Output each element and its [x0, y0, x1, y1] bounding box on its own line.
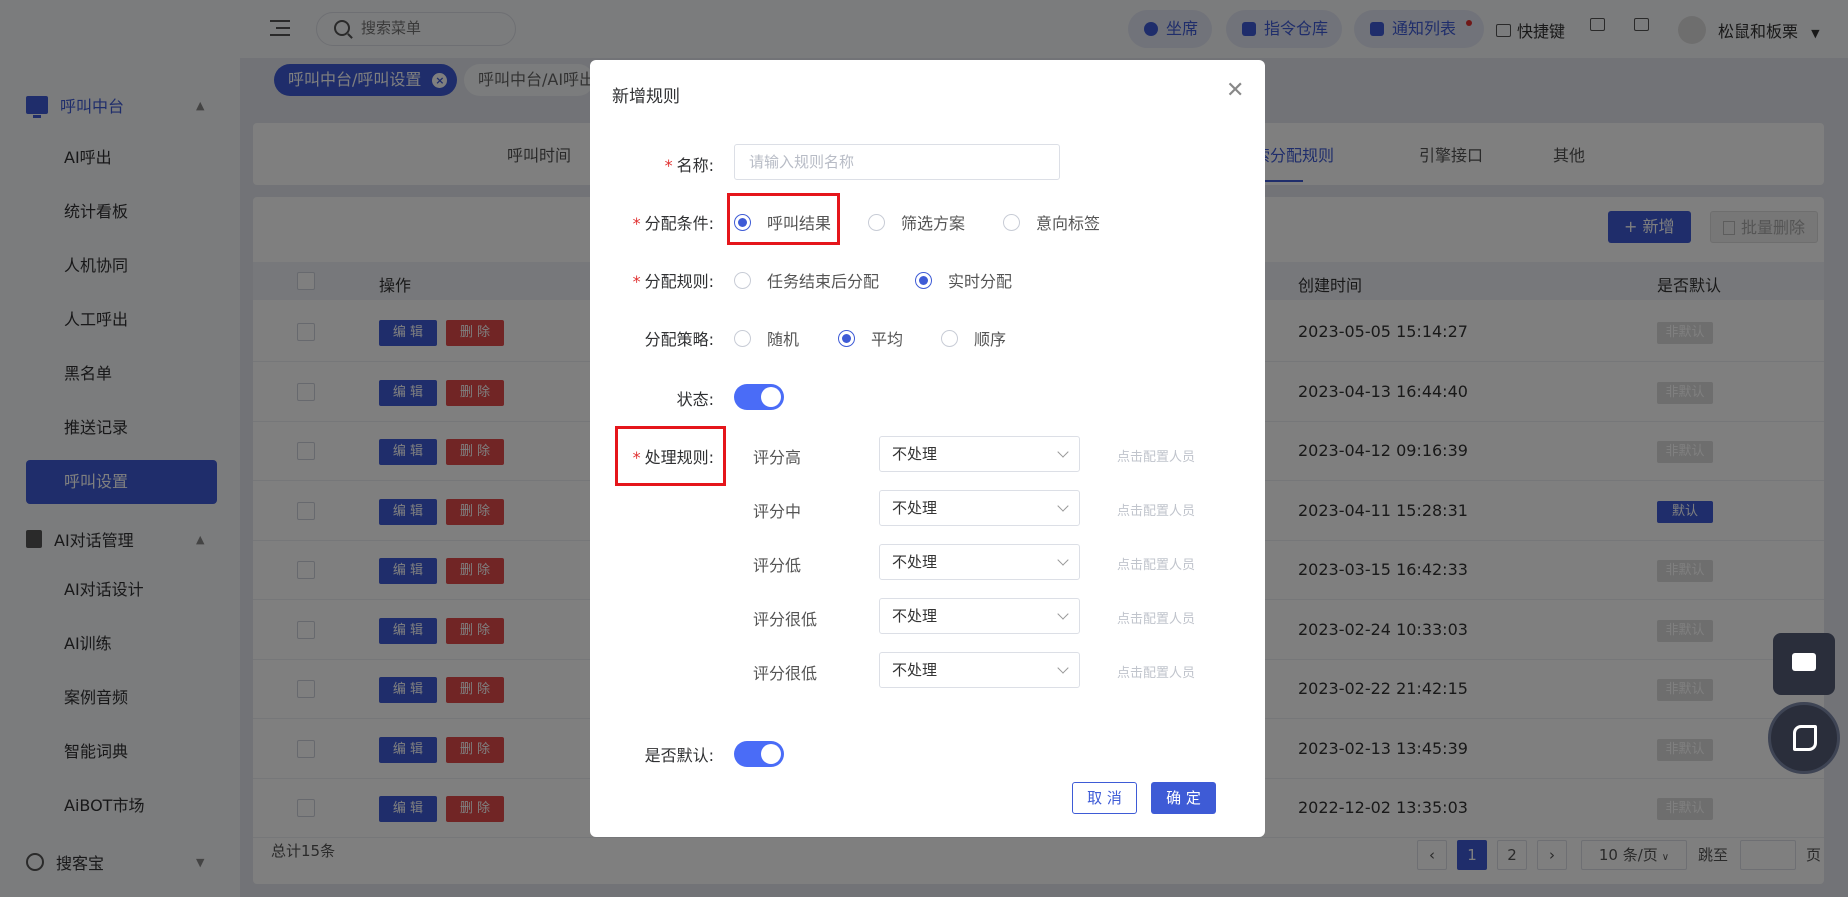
select-value: 不处理 — [892, 607, 938, 625]
condition-label: * 分配条件: — [632, 214, 714, 233]
score-level-label: 评分低 — [753, 556, 802, 575]
chevron-down-icon — [1057, 554, 1069, 566]
rule-name-input[interactable] — [734, 144, 1060, 180]
score-level-label: 评分很低 — [753, 664, 818, 683]
radio-sequential[interactable]: 顺序 — [941, 326, 1006, 350]
configure-staff-link[interactable]: 点击配置人员 — [1117, 500, 1195, 519]
process-action-select[interactable]: 不处理 — [879, 436, 1080, 472]
name-label: * 名称: — [664, 156, 714, 175]
radio-label: 意向标签 — [1036, 214, 1101, 233]
chevron-down-icon — [1057, 500, 1069, 512]
radio-label: 筛选方案 — [901, 214, 966, 233]
radio-dot — [734, 329, 751, 347]
radio-intent-tag[interactable]: 意向标签 — [1003, 210, 1100, 234]
radio-dot — [734, 271, 751, 289]
configure-staff-link[interactable]: 点击配置人员 — [1117, 662, 1195, 681]
score-level-label: 评分很低 — [753, 610, 818, 629]
process-action-select[interactable]: 不处理 — [879, 652, 1080, 688]
radio-dot — [1003, 213, 1020, 231]
process-action-select[interactable]: 不处理 — [879, 544, 1080, 580]
dialog-title: 新增规则 — [612, 87, 680, 107]
radio-realtime[interactable]: 实时分配 — [915, 268, 1012, 292]
chevron-down-icon — [1057, 446, 1069, 458]
radio-dot — [838, 329, 855, 347]
radio-label: 随机 — [767, 330, 800, 349]
radio-after-task[interactable]: 任务结束后分配 — [734, 268, 879, 292]
status-label: 状态: — [676, 390, 714, 409]
chevron-down-icon — [1057, 608, 1069, 620]
radio-label: 任务结束后分配 — [767, 272, 880, 291]
close-icon[interactable]: ✕ — [1226, 80, 1244, 102]
status-switch[interactable] — [734, 384, 784, 410]
cancel-button[interactable]: 取 消 — [1072, 782, 1137, 814]
phone-widget-button[interactable] — [1768, 702, 1840, 774]
select-value: 不处理 — [892, 499, 938, 517]
radio-dot — [941, 329, 958, 347]
radio-label: 顺序 — [974, 330, 1007, 349]
rule-label: * 分配规则: — [632, 272, 714, 291]
radio-random[interactable]: 随机 — [734, 326, 799, 350]
score-level-label: 评分高 — [753, 448, 802, 467]
highlight-box — [615, 426, 726, 486]
score-level-label: 评分中 — [753, 502, 802, 521]
default-switch[interactable] — [734, 741, 784, 767]
radio-dot — [915, 271, 932, 289]
strategy-label: 分配策略: — [644, 330, 714, 349]
radio-filter-plan[interactable]: 筛选方案 — [868, 210, 965, 234]
select-value: 不处理 — [892, 661, 938, 679]
chat-icon — [1792, 653, 1816, 671]
default-label: 是否默认: — [644, 746, 714, 765]
configure-staff-link[interactable]: 点击配置人员 — [1117, 554, 1195, 573]
highlight-box — [727, 193, 840, 245]
configure-staff-link[interactable]: 点击配置人员 — [1117, 446, 1195, 465]
chat-widget-button[interactable] — [1773, 633, 1835, 695]
confirm-button[interactable]: 确 定 — [1151, 782, 1216, 814]
new-rule-dialog: 新增规则 ✕ *名称: *分配条件: 呼叫结果 筛选方案 意向标签 *分配规则:… — [590, 60, 1265, 837]
select-value: 不处理 — [892, 445, 938, 463]
configure-staff-link[interactable]: 点击配置人员 — [1117, 608, 1195, 627]
select-value: 不处理 — [892, 553, 938, 571]
process-action-select[interactable]: 不处理 — [879, 490, 1080, 526]
radio-average[interactable]: 平均 — [838, 326, 903, 350]
phone-icon — [1793, 725, 1817, 751]
radio-label: 实时分配 — [948, 272, 1013, 291]
radio-label: 平均 — [871, 330, 904, 349]
process-action-select[interactable]: 不处理 — [879, 598, 1080, 634]
chevron-down-icon — [1057, 662, 1069, 674]
radio-dot — [868, 213, 885, 231]
